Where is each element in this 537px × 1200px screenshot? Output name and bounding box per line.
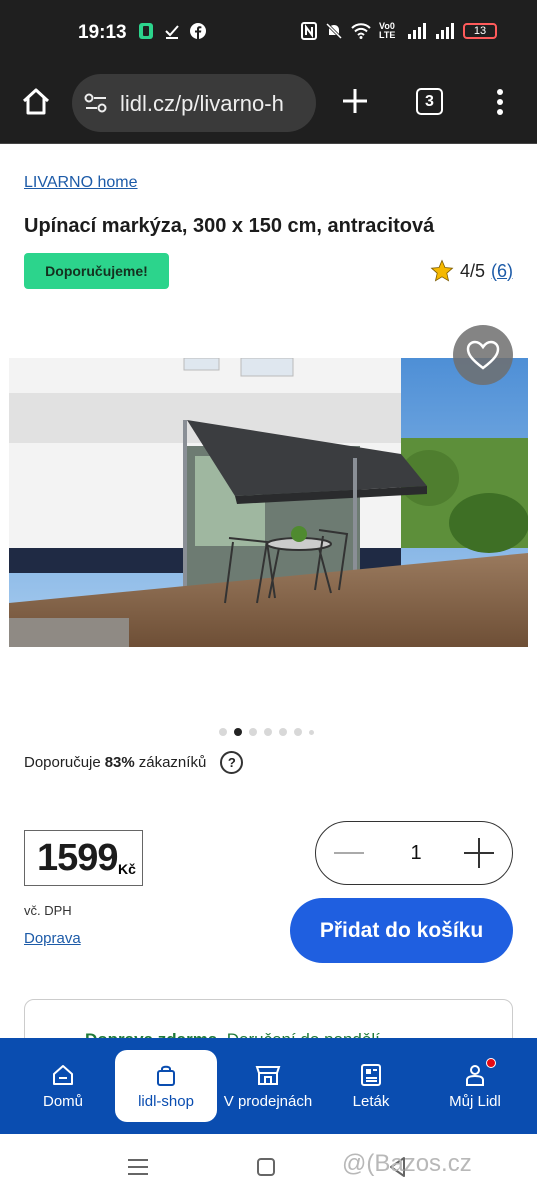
site-settings-icon[interactable] <box>84 93 108 118</box>
home-icon <box>22 88 50 115</box>
mute-icon <box>325 22 343 40</box>
nav-label-stores: V prodejnách <box>223 1092 313 1110</box>
nav-item-leaflet[interactable]: Leták <box>322 1050 420 1122</box>
awning-photo <box>9 358 528 647</box>
status-notification-icons <box>138 22 206 40</box>
status-time: 19:13 <box>78 22 127 43</box>
home-icon <box>53 1064 73 1085</box>
minus-icon <box>334 852 364 854</box>
more-vertical-icon <box>497 89 503 115</box>
product-image[interactable] <box>9 358 528 647</box>
user-icon <box>466 1064 484 1086</box>
nav-item-lidl-shop[interactable]: lidl-shop <box>115 1050 217 1122</box>
recommendation-percent: 83% <box>104 754 135 771</box>
notification-badge <box>486 1058 496 1068</box>
leaflet-icon <box>361 1063 381 1086</box>
add-to-cart-button[interactable]: Přidat do košíku <box>290 898 513 963</box>
battery-saver-icon <box>138 22 154 40</box>
recommendation-suffix: zákazníků <box>138 754 207 771</box>
quantity-value[interactable]: 1 <box>406 842 426 865</box>
recent-apps-icon <box>128 1159 148 1175</box>
carousel-dot[interactable] <box>249 728 257 736</box>
signal-icon-2 <box>435 23 455 39</box>
url-bar[interactable]: lidl.cz/p/livarno-h <box>72 74 316 132</box>
price-box: 1599 Kč <box>24 830 143 886</box>
quantity-increase-button[interactable] <box>462 836 496 870</box>
square-home-icon <box>257 1158 275 1176</box>
customer-recommendation: Doporučuje 83% zákazníků ? <box>24 751 244 774</box>
price-currency: Kč <box>118 861 136 877</box>
nav-label-my-lidl: Můj Lidl <box>449 1092 501 1110</box>
carousel-dot[interactable] <box>279 728 287 736</box>
product-rating[interactable]: 4/5 (6) <box>430 259 513 283</box>
new-tab-button[interactable] <box>340 86 370 116</box>
rating-value: 4/5 <box>459 260 485 281</box>
nav-item-stores[interactable]: V prodejnách <box>218 1050 318 1122</box>
nav-label-home: Domů <box>42 1092 83 1110</box>
help-icon[interactable]: ? <box>220 751 244 774</box>
status-system-icons: Vo0 LTE 13 <box>301 22 497 40</box>
shipping-link[interactable]: Doprava <box>24 930 81 947</box>
network-type-label: Vo0 LTE <box>379 21 396 40</box>
star-icon <box>430 259 454 282</box>
nav-label-lidl-shop: lidl-shop <box>138 1092 194 1110</box>
vat-note: vč. DPH <box>24 903 72 918</box>
tab-switcher-button[interactable]: 3 <box>416 88 443 115</box>
nav-item-home[interactable]: Domů <box>12 1050 114 1122</box>
recent-apps-button[interactable] <box>128 1158 148 1181</box>
carousel-dot[interactable] <box>219 728 227 736</box>
nfc-icon <box>301 22 317 40</box>
image-carousel-dots[interactable] <box>219 728 314 736</box>
bottom-navigation: Domů lidl-shop V prodejnách Leták Můj Li… <box>0 1038 537 1134</box>
product-title: Upínací markýza, 300 x 150 cm, antracito… <box>24 215 435 237</box>
plus-icon <box>464 838 494 868</box>
wifi-icon <box>351 23 371 39</box>
browser-home-button[interactable] <box>20 86 52 118</box>
nav-item-my-lidl[interactable]: Můj Lidl <box>424 1050 526 1122</box>
browser-menu-button[interactable] <box>490 87 510 117</box>
browser-toolbar: lidl.cz/p/livarno-h 3 <box>0 68 537 144</box>
carousel-dot[interactable] <box>294 728 302 736</box>
nav-label-leaflet: Leták <box>352 1092 390 1110</box>
carousel-dot-active[interactable] <box>234 728 242 736</box>
status-bar: 19:13 Vo0 LTE 13 <box>0 0 537 68</box>
recommendation-prefix: Doporučuje <box>24 754 101 771</box>
quantity-stepper: 1 <box>315 821 513 885</box>
carousel-dot[interactable] <box>264 728 272 736</box>
shopping-bag-icon <box>157 1065 175 1086</box>
check-download-icon <box>164 23 180 39</box>
recommended-badge: Doporučujeme! <box>24 253 169 289</box>
plus-icon <box>343 89 367 113</box>
brand-link[interactable]: LIVARNO home <box>24 174 138 192</box>
price-value: 1599 <box>37 837 119 879</box>
url-text[interactable]: lidl.cz/p/livarno-h <box>120 91 306 117</box>
heart-icon <box>466 340 500 370</box>
wishlist-button[interactable] <box>453 325 513 385</box>
rating-count-link[interactable]: (6) <box>491 261 513 282</box>
carousel-dot[interactable] <box>309 729 314 735</box>
battery-indicator: 13 <box>463 23 497 39</box>
watermark: @(Bazos.cz <box>342 1150 472 1177</box>
home-nav-button[interactable] <box>257 1158 275 1181</box>
facebook-icon <box>190 23 206 39</box>
signal-icon <box>407 23 427 39</box>
quantity-decrease-button[interactable] <box>332 838 366 868</box>
store-icon <box>255 1065 281 1085</box>
